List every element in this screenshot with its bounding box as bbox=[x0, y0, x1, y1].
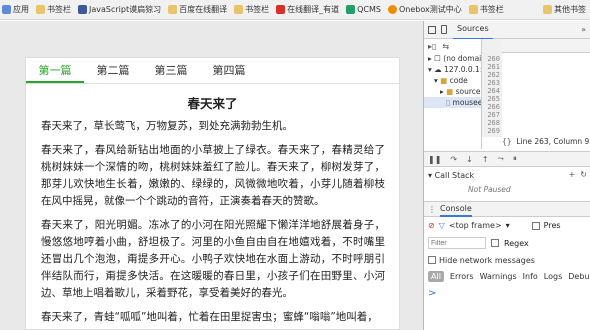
tab-console[interactable]: Console bbox=[440, 202, 472, 217]
pause-icon[interactable]: ❚❚ bbox=[428, 155, 441, 164]
bookmark-other[interactable]: 其他书签 bbox=[543, 4, 586, 15]
bookmark-folder[interactable]: 书签栏 bbox=[36, 4, 71, 15]
step-out-icon[interactable]: ↑ bbox=[482, 155, 489, 164]
tab-article-1[interactable]: 第一篇 bbox=[26, 58, 84, 83]
bookmark-qcms[interactable]: QCMS bbox=[346, 5, 381, 14]
log-level-filters: All Errors Warnings Info Logs Debug bbox=[424, 268, 590, 285]
watch-buttons: + ↻ bbox=[569, 170, 588, 179]
apps-icon bbox=[2, 5, 11, 14]
article-paragraph: 春天来了，青蛙“呱呱”地叫着，忙着在田里捉害虫；蜜蜂“嗡嗡”地叫着， bbox=[41, 311, 378, 323]
article-paragraph: 春天来了，春风给新钻出地面的小草披上了绿衣。春天来了，春精灵给了桃树妹妹一个深情… bbox=[41, 144, 385, 207]
sources-area: ▸▯ ⇆ ▸ ☐ (no domain ▾ ☁ 127.0.0.1:8 ▾ ■ … bbox=[424, 39, 590, 149]
tree-item-localhost[interactable]: ▾ ☁ 127.0.0.1:8 bbox=[424, 64, 481, 75]
deactivate-breakpoints-icon[interactable]: ⤳ bbox=[498, 154, 504, 164]
tree-item-code[interactable]: ▾ ■ code bbox=[424, 75, 481, 86]
bookmark-folder-2[interactable]: 书签栏 bbox=[234, 4, 269, 15]
article-paragraph: 春天来了，阳光明媚。冻冰了的小河在阳光照耀下懒洋洋地舒展着身子，慢悠悠地哼着小曲… bbox=[41, 219, 385, 299]
article-paragraph: 春天来了，草长莺飞，万物复苏，到处充满勃勃生机。 bbox=[41, 120, 293, 132]
drawer-tabs: ⋮ Console bbox=[424, 202, 590, 217]
level-logs[interactable]: Logs bbox=[544, 272, 562, 281]
devtools-topbar: Sources » bbox=[424, 21, 590, 40]
devtools-panel: Sources » ▸▯ ⇆ ▸ ☐ (no domain ▾ ☁ 127.0.… bbox=[423, 21, 590, 330]
step-over-icon[interactable]: ↷ bbox=[450, 155, 457, 164]
inspect-element-icon[interactable] bbox=[428, 25, 436, 34]
article-card: 第一篇 第二篇 第三篇 第四篇 春天来了 春天来了，草长莺飞，万物复苏，到处充满… bbox=[25, 57, 400, 330]
cursor-position-status: {} Line 263, Column 9 bbox=[502, 137, 590, 146]
file-navigator: ▸▯ ⇆ ▸ ☐ (no domain ▾ ☁ 127.0.0.1:8 ▾ ■ … bbox=[424, 39, 482, 149]
sync-icon[interactable]: ⇆ bbox=[442, 42, 449, 51]
article-tabs: 第一篇 第二篇 第三篇 第四篇 bbox=[26, 58, 399, 84]
preserve-log-checkbox[interactable] bbox=[531, 221, 540, 230]
dropdown-arrow-icon: ▾ bbox=[505, 221, 510, 230]
page-viewport: 第一篇 第二篇 第三篇 第四篇 春天来了 春天来了，草长莺飞，万物复苏，到处充满… bbox=[0, 21, 423, 330]
toggle-navigator-icon[interactable]: ▸▯ bbox=[428, 42, 436, 51]
facebook-icon bbox=[78, 5, 87, 14]
folder-icon bbox=[543, 5, 552, 14]
tab-article-3[interactable]: 第三篇 bbox=[142, 58, 200, 83]
bookmark-baidu-translate[interactable]: 百度在线翻译 bbox=[168, 4, 227, 15]
refresh-icon[interactable]: ↻ bbox=[580, 170, 587, 179]
navigator-toolbar: ▸▯ ⇆ bbox=[424, 39, 481, 53]
filter-input[interactable] bbox=[428, 237, 486, 249]
pause-on-exceptions-icon[interactable]: ⏸ bbox=[513, 154, 517, 164]
tree-item-source[interactable]: ▸ ■ source bbox=[424, 86, 481, 97]
console-toolbar: ⊘ ▽ <top frame> ▾ Pres bbox=[424, 217, 590, 234]
hide-network-row: Hide network messages bbox=[424, 252, 590, 268]
add-watch-icon[interactable]: + bbox=[569, 170, 576, 179]
article-title: 春天来了 bbox=[187, 96, 238, 111]
folder-icon bbox=[168, 5, 178, 14]
preserve-log-label: Pres bbox=[543, 221, 561, 230]
bookmark-javascript[interactable]: JavaScript谟扃猄习 bbox=[78, 4, 161, 15]
folder-icon bbox=[234, 5, 244, 14]
level-all[interactable]: All bbox=[428, 271, 444, 282]
device-mode-icon[interactable] bbox=[441, 25, 447, 34]
call-stack-header[interactable]: ▾ Call Stack bbox=[424, 169, 590, 182]
frame-selector[interactable]: <top frame> bbox=[449, 221, 502, 230]
drawer-menu-icon[interactable]: ⋮ bbox=[428, 205, 436, 214]
call-stack-section: ▾ Call Stack + ↻ Not Paused bbox=[424, 169, 590, 201]
console-drawer: ⋮ Console ⊘ ▽ <top frame> ▾ Pres Regex H… bbox=[424, 201, 590, 330]
folder-icon bbox=[36, 5, 45, 14]
tab-sources[interactable]: Sources bbox=[453, 21, 493, 40]
youdao-icon bbox=[276, 5, 286, 14]
level-info[interactable]: Info bbox=[523, 272, 538, 281]
bookmarks-bar: 应用 书签栏 JavaScript谟扃猄习 百度在线翻译 书签栏 在线翻译_有道… bbox=[0, 0, 590, 20]
tab-article-4[interactable]: 第四篇 bbox=[200, 58, 258, 83]
tree-item-mouseev[interactable]: ▯ mouseev bbox=[424, 97, 481, 108]
tree-item-no-domain[interactable]: ▸ ☐ (no domain bbox=[424, 53, 481, 64]
filter-row: Regex bbox=[424, 234, 590, 252]
editor-tabbar bbox=[500, 39, 590, 53]
bookmark-folder-3[interactable]: 书签栏 bbox=[468, 4, 504, 15]
console-prompt[interactable]: > bbox=[424, 288, 590, 299]
level-warnings[interactable]: Warnings bbox=[480, 272, 517, 281]
clear-console-icon[interactable]: ⊘ bbox=[428, 221, 435, 230]
bookmark-youdao[interactable]: 在线翻译_有道 bbox=[276, 4, 339, 15]
format-icon[interactable]: {} bbox=[502, 137, 512, 146]
onebox-icon bbox=[387, 5, 397, 14]
bookmark-onebox[interactable]: Onebox测试中心 bbox=[387, 4, 462, 15]
hide-network-checkbox[interactable] bbox=[428, 256, 436, 264]
folder-icon bbox=[468, 5, 478, 14]
level-debug[interactable]: Debug bbox=[568, 272, 590, 281]
regex-label: Regex bbox=[504, 238, 529, 248]
debugger-toolbar: ❚❚ ↷ ↓ ↑ ⤳ ⏸ bbox=[424, 151, 590, 167]
line-number-gutter: 260 261 262 263 264 265 266 267 268 269 bbox=[482, 39, 502, 137]
hide-network-label: Hide network messages bbox=[439, 255, 535, 265]
qcms-icon bbox=[346, 5, 356, 14]
call-stack-status: Not Paused bbox=[468, 185, 511, 194]
step-into-icon[interactable]: ↓ bbox=[466, 155, 473, 164]
more-tabs-icon[interactable]: » bbox=[581, 25, 586, 34]
bookmark-apps[interactable]: 应用 bbox=[2, 4, 29, 15]
tab-article-2[interactable]: 第二篇 bbox=[84, 58, 142, 83]
filter-icon[interactable]: ▽ bbox=[439, 221, 445, 230]
regex-checkbox[interactable] bbox=[491, 239, 499, 247]
level-errors[interactable]: Errors bbox=[450, 272, 474, 281]
